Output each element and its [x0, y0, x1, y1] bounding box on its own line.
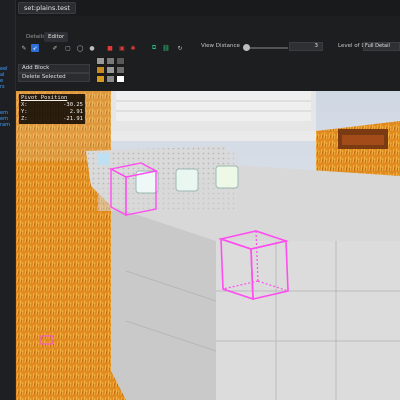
left-panel-item[interactable]: rs — [0, 84, 5, 90]
pivot-x-row: X: -30.25 — [21, 102, 83, 108]
palette-swatch[interactable] — [106, 57, 115, 65]
cursor-icon[interactable]: ➶ — [31, 44, 39, 52]
tab-bar: set:plains.test — [16, 0, 400, 16]
sphere-icon[interactable]: ● — [88, 44, 96, 52]
tab-editor[interactable]: Editor — [44, 32, 69, 42]
copy-green-icon[interactable]: ⧉ — [150, 44, 158, 52]
pivot-y-row: Y: 2.91 — [21, 109, 83, 115]
palette-swatch[interactable] — [116, 57, 125, 65]
delete-selected-button[interactable]: Delete Selected — [18, 73, 90, 82]
palette-swatch[interactable] — [116, 66, 125, 74]
view-distance-label: View Distance — [201, 43, 240, 49]
box-red-icon[interactable]: ▣ — [118, 44, 126, 52]
palette-swatch[interactable] — [96, 75, 105, 83]
link-green-icon[interactable]: ⛓ — [162, 44, 170, 52]
pivot-title: Pivot Position — [21, 95, 68, 101]
square-select-icon[interactable]: ▢ — [64, 44, 72, 52]
palette-swatch[interactable] — [106, 75, 115, 83]
pivot-position-panel: Pivot Position X: -30.25 Y: 2.91 Z: -21.91 — [19, 94, 85, 124]
palette-swatch[interactable] — [116, 75, 125, 83]
circle-select-icon[interactable]: ◯ — [76, 44, 84, 52]
pivot-z-row: Z: -21.91 — [21, 116, 83, 122]
view-distance-slider[interactable] — [244, 47, 288, 49]
view-distance-input[interactable]: 3 — [289, 42, 323, 51]
editor-panel: set:plains.test Details Editor ✎ ➶ ✐ ▢ ◯ ● ■ ▣ ✱… — [16, 0, 400, 400]
add-block-button[interactable]: Add Block — [18, 64, 90, 73]
fill-red-icon[interactable]: ■ — [106, 44, 114, 52]
palette-swatch[interactable] — [96, 57, 105, 65]
rotate-icon[interactable]: ↻ — [176, 44, 184, 52]
palette-swatch[interactable] — [96, 66, 105, 74]
left-panel: eel al e rs em em ram — [0, 0, 16, 400]
brush-icon[interactable]: ✐ — [51, 44, 59, 52]
gear-red-icon[interactable]: ✱ — [129, 44, 137, 52]
palette-swatch[interactable] — [106, 66, 115, 74]
3d-viewport[interactable]: Pivot Position X: -30.25 Y: 2.91 Z: -21.91 — [16, 91, 400, 400]
file-tab[interactable]: set:plains.test — [18, 2, 76, 14]
level-of-detail-select[interactable]: Full Detail — [363, 42, 400, 51]
pencil-icon[interactable]: ✎ — [20, 44, 28, 52]
left-panel-item[interactable]: ram — [0, 122, 10, 128]
scene — [16, 91, 400, 400]
